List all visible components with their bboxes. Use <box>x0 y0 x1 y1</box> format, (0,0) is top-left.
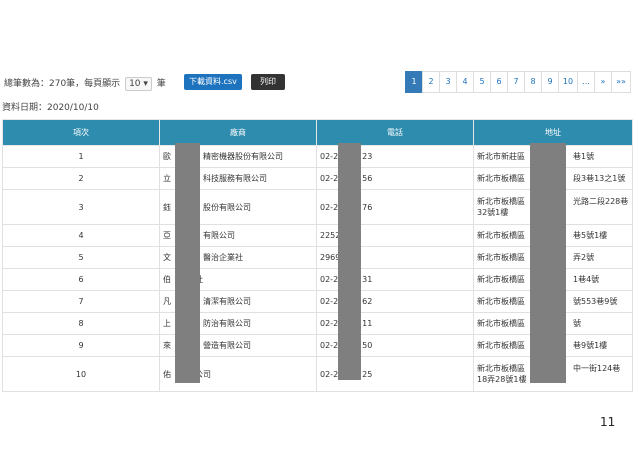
redaction-bar-phone <box>338 143 361 380</box>
cell-no: 6 <box>2 268 160 291</box>
page-link[interactable]: … <box>577 71 595 93</box>
page-link[interactable]: »» <box>611 71 631 93</box>
cell-no: 10 <box>2 356 160 392</box>
page-link[interactable]: 6 <box>490 71 508 93</box>
cell-no: 1 <box>2 145 160 168</box>
page-link[interactable]: 3 <box>439 71 457 93</box>
cell-no: 2 <box>2 167 160 190</box>
page-link[interactable]: 1 <box>405 71 423 93</box>
page-link[interactable]: 2 <box>422 71 440 93</box>
header-no: 項次 <box>2 119 160 146</box>
page-link[interactable]: » <box>594 71 612 93</box>
page-size-value: 10 <box>129 79 141 89</box>
page-size-select[interactable]: 10 ▾ <box>125 77 152 91</box>
header-phone: 電話 <box>316 119 474 146</box>
cell-no: 4 <box>2 224 160 247</box>
cell-no: 7 <box>2 290 160 313</box>
toolbar: 總筆數為：270筆，每頁顯示 10 ▾ 筆 下載資料.csv 列印 123456… <box>4 71 634 95</box>
summary-text: 總筆數為：270筆，每頁顯示 10 ▾ 筆 <box>4 76 166 91</box>
summary-suffix: 筆 <box>156 79 166 89</box>
redaction-bar-company <box>175 143 200 383</box>
download-csv-button[interactable]: 下載資料.csv <box>184 74 242 90</box>
update-date: 資料日期：2020/10/10 <box>2 103 99 113</box>
redaction-bar-address <box>530 143 566 383</box>
page-link[interactable]: 9 <box>541 71 559 93</box>
print-button[interactable]: 列印 <box>251 74 285 90</box>
page-link[interactable]: 7 <box>507 71 525 93</box>
pagination: 1 2 3 4 5 6 7 8 9 10…»»» <box>405 71 631 93</box>
page-link[interactable]: 10 <box>558 71 578 93</box>
table-header-row: 項次 廠商 電話 地址 <box>2 119 633 146</box>
page-number: 11 <box>600 415 616 429</box>
header-address: 地址 <box>473 119 633 146</box>
page-link[interactable]: 5 <box>473 71 491 93</box>
page-link[interactable]: 4 <box>456 71 474 93</box>
cell-no: 8 <box>2 312 160 335</box>
cell-no: 5 <box>2 246 160 269</box>
page-link[interactable]: 8 <box>524 71 542 93</box>
cell-no: 3 <box>2 189 160 225</box>
header-company: 廠商 <box>159 119 317 146</box>
summary-prefix: 總筆數為：270筆，每頁顯示 <box>4 79 121 89</box>
cell-no: 9 <box>2 334 160 357</box>
